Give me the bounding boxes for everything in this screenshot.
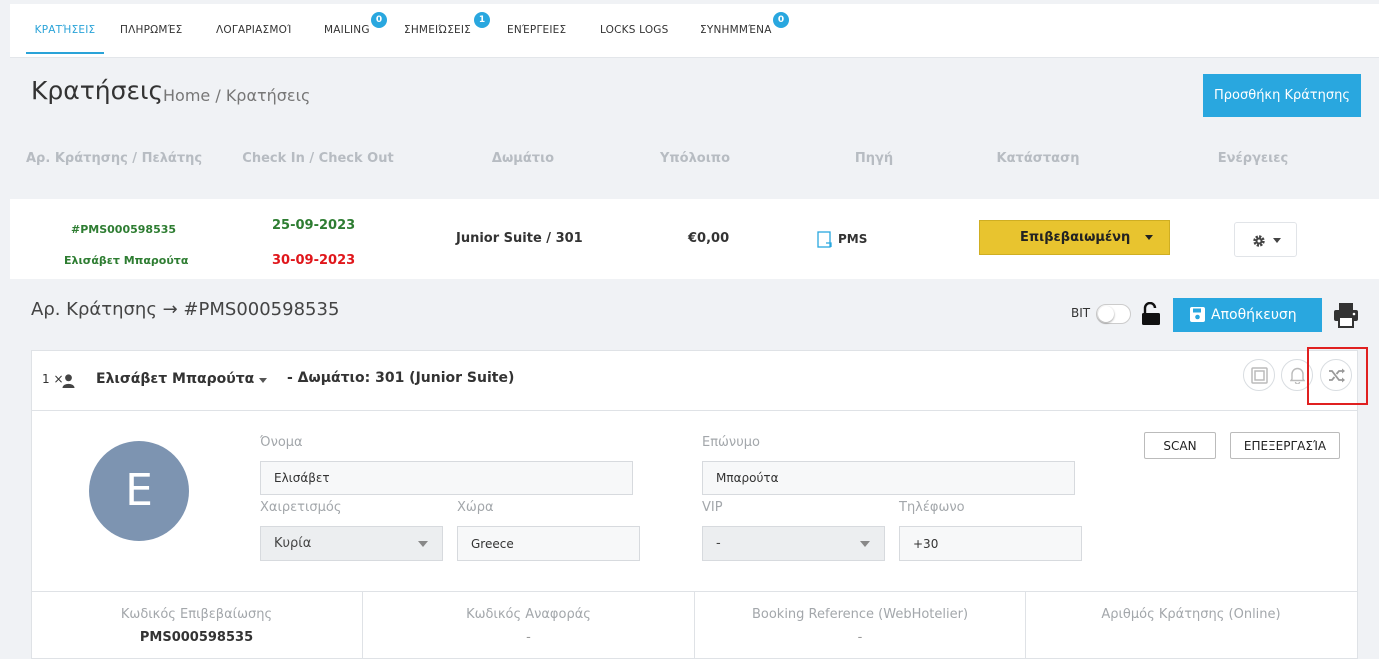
- tab-accounts[interactable]: ΛΟΓΑΡΙΑΣΜΟΊ: [216, 4, 292, 54]
- tab-payments[interactable]: ΠΛΗΡΩΜΈΣ: [120, 4, 182, 54]
- check-in-date: 25-09-2023: [272, 218, 356, 233]
- salutation-label: Χαιρετισμός: [260, 500, 342, 515]
- phone-label: Τηλέφωνο: [899, 500, 965, 515]
- add-reservation-button[interactable]: Προσθήκη Κράτησης: [1203, 74, 1361, 117]
- tab-notes[interactable]: ΣΗΜΕΙΏΣΕΙΣ: [404, 4, 471, 54]
- booking-reference-label: Booking Reference (WebHotelier): [751, 607, 969, 622]
- column-header-source: Πηγή: [854, 151, 894, 166]
- tab-mailing[interactable]: MAILING: [324, 4, 370, 54]
- references-row: Κωδικός Επιβεβαίωσης PMS000598535 Κωδικό…: [31, 591, 1358, 659]
- status-dropdown[interactable]: Επιβεβαιωμένη: [979, 220, 1170, 255]
- check-out-date: 30-09-2023: [272, 253, 356, 268]
- tab-actions[interactable]: ΕΝΈΡΓΕΙΕΣ: [507, 4, 566, 54]
- reservation-detail-title: Αρ. Κράτησης → #PMS000598535: [31, 299, 340, 320]
- id-card-button[interactable]: [1243, 359, 1275, 391]
- reference-code-value: -: [526, 630, 531, 645]
- tab-label: MAILING: [324, 24, 370, 36]
- vip-value: -: [716, 536, 721, 551]
- last-name-label: Επώνυμο: [702, 435, 760, 450]
- country-field[interactable]: [457, 526, 640, 561]
- tab-label: ΠΛΗΡΩΜΈΣ: [120, 24, 183, 36]
- phone-field[interactable]: [899, 526, 1082, 561]
- vip-select[interactable]: -: [702, 526, 885, 561]
- column-header-actions: Ενέργειες: [1217, 151, 1289, 166]
- reference-code-cell: Κωδικός Αναφοράς -: [363, 592, 695, 659]
- edit-button[interactable]: ΕΠΕΞΕΡΓΑΣΊΑ: [1230, 432, 1340, 459]
- first-name-field[interactable]: [260, 461, 633, 495]
- column-header-reservation: Αρ. Κράτησης / Πελάτης: [26, 151, 203, 166]
- confirmation-code-value: PMS000598535: [139, 630, 254, 645]
- scan-button[interactable]: SCAN: [1144, 432, 1216, 459]
- notes-count-badge: 1: [474, 12, 490, 28]
- reference-code-label: Κωδικός Αναφοράς: [466, 607, 591, 622]
- save-button-label: Αποθήκευση: [1211, 307, 1297, 323]
- reservation-number-link[interactable]: #PMS000598535: [71, 223, 176, 236]
- online-reservation-label: Αριθμός Κράτησης (Online): [1101, 607, 1281, 622]
- vip-label: VIP: [702, 500, 723, 515]
- guest-name-selector[interactable]: Ελισάβετ Μπαρούτα: [96, 371, 254, 387]
- column-header-room: Δωμάτιο: [491, 151, 555, 166]
- caret-down-icon: [418, 541, 428, 547]
- id-card-icon: [1251, 367, 1268, 388]
- user-icon: [62, 373, 75, 392]
- source-value: PMS: [838, 232, 868, 246]
- print-icon[interactable]: [1333, 302, 1359, 332]
- column-header-balance: Υπόλοιπο: [659, 151, 731, 166]
- tab-label: ΚΡΑΤΉΣΕΙΣ: [34, 24, 96, 36]
- unlock-icon[interactable]: [1141, 301, 1161, 330]
- bit-toggle[interactable]: [1096, 304, 1131, 324]
- room-info: - Δωμάτιο: 301 (Junior Suite): [287, 370, 515, 386]
- document-icon: [817, 231, 833, 252]
- highlight-annotation: [1307, 347, 1368, 405]
- confirmation-code-cell: Κωδικός Επιβεβαίωσης PMS000598535: [31, 592, 363, 659]
- balance-value: €0,00: [688, 231, 730, 246]
- bell-icon: [1289, 366, 1306, 388]
- confirmation-code-label: Κωδικός Επιβεβαίωσης: [120, 607, 273, 622]
- avatar: E: [89, 441, 189, 541]
- save-button[interactable]: Αποθήκευση: [1173, 298, 1322, 332]
- first-name-label: Όνομα: [260, 435, 303, 450]
- booking-reference-value: -: [857, 630, 863, 645]
- mailing-count-badge: 0: [371, 12, 387, 28]
- caret-down-icon: [1145, 235, 1153, 240]
- bit-label: BIT: [1071, 306, 1091, 320]
- column-header-dates: Check In / Check Out: [242, 151, 394, 166]
- actions-gear-button[interactable]: [1234, 222, 1297, 257]
- country-label: Χώρα: [457, 500, 494, 515]
- salutation-value: Κυρία: [274, 536, 312, 551]
- guest-name-link[interactable]: Ελισάβετ Μπαρούτα: [64, 254, 188, 267]
- gear-icon: [1252, 233, 1266, 252]
- salutation-select[interactable]: Κυρία: [260, 526, 443, 561]
- tab-label: ΣΗΜΕΙΏΣΕΙΣ: [404, 24, 471, 36]
- tab-reservations[interactable]: ΚΡΑΤΉΣΕΙΣ: [26, 4, 104, 54]
- tab-label: ΣΥΝΗΜΜΈΝΑ: [700, 24, 772, 36]
- tab-attachments[interactable]: ΣΥΝΗΜΜΈΝΑ: [700, 4, 772, 54]
- caret-down-icon: [860, 541, 870, 547]
- breadcrumb[interactable]: Home / Κρατήσεις: [163, 86, 310, 105]
- tab-locks-logs[interactable]: LOCKS LOGS: [600, 4, 669, 54]
- guest-count: 1 ×: [42, 372, 64, 386]
- caret-down-icon[interactable]: [259, 378, 267, 383]
- attachments-count-badge: 0: [773, 12, 789, 28]
- tab-label: ΛΟΓΑΡΙΑΣΜΟΊ: [216, 24, 292, 36]
- tab-label: ΕΝΈΡΓΕΙΕΣ: [507, 24, 567, 36]
- column-header-status: Κατάσταση: [996, 151, 1080, 166]
- room-value: Junior Suite / 301: [456, 231, 583, 246]
- tab-label: LOCKS LOGS: [600, 24, 669, 36]
- online-reservation-cell: Αριθμός Κράτησης (Online): [1026, 592, 1356, 659]
- caret-down-icon: [1273, 238, 1281, 243]
- last-name-field[interactable]: [702, 461, 1075, 495]
- save-icon: [1189, 306, 1206, 327]
- status-label: Επιβεβαιωμένη: [1020, 230, 1131, 245]
- tab-bar: ΚΡΑΤΉΣΕΙΣ ΠΛΗΡΩΜΈΣ ΛΟΓΑΡΙΑΣΜΟΊ MAILING 0…: [10, 4, 1379, 58]
- page-title: Κρατήσεις: [31, 76, 164, 105]
- booking-reference-cell: Booking Reference (WebHotelier) -: [695, 592, 1026, 659]
